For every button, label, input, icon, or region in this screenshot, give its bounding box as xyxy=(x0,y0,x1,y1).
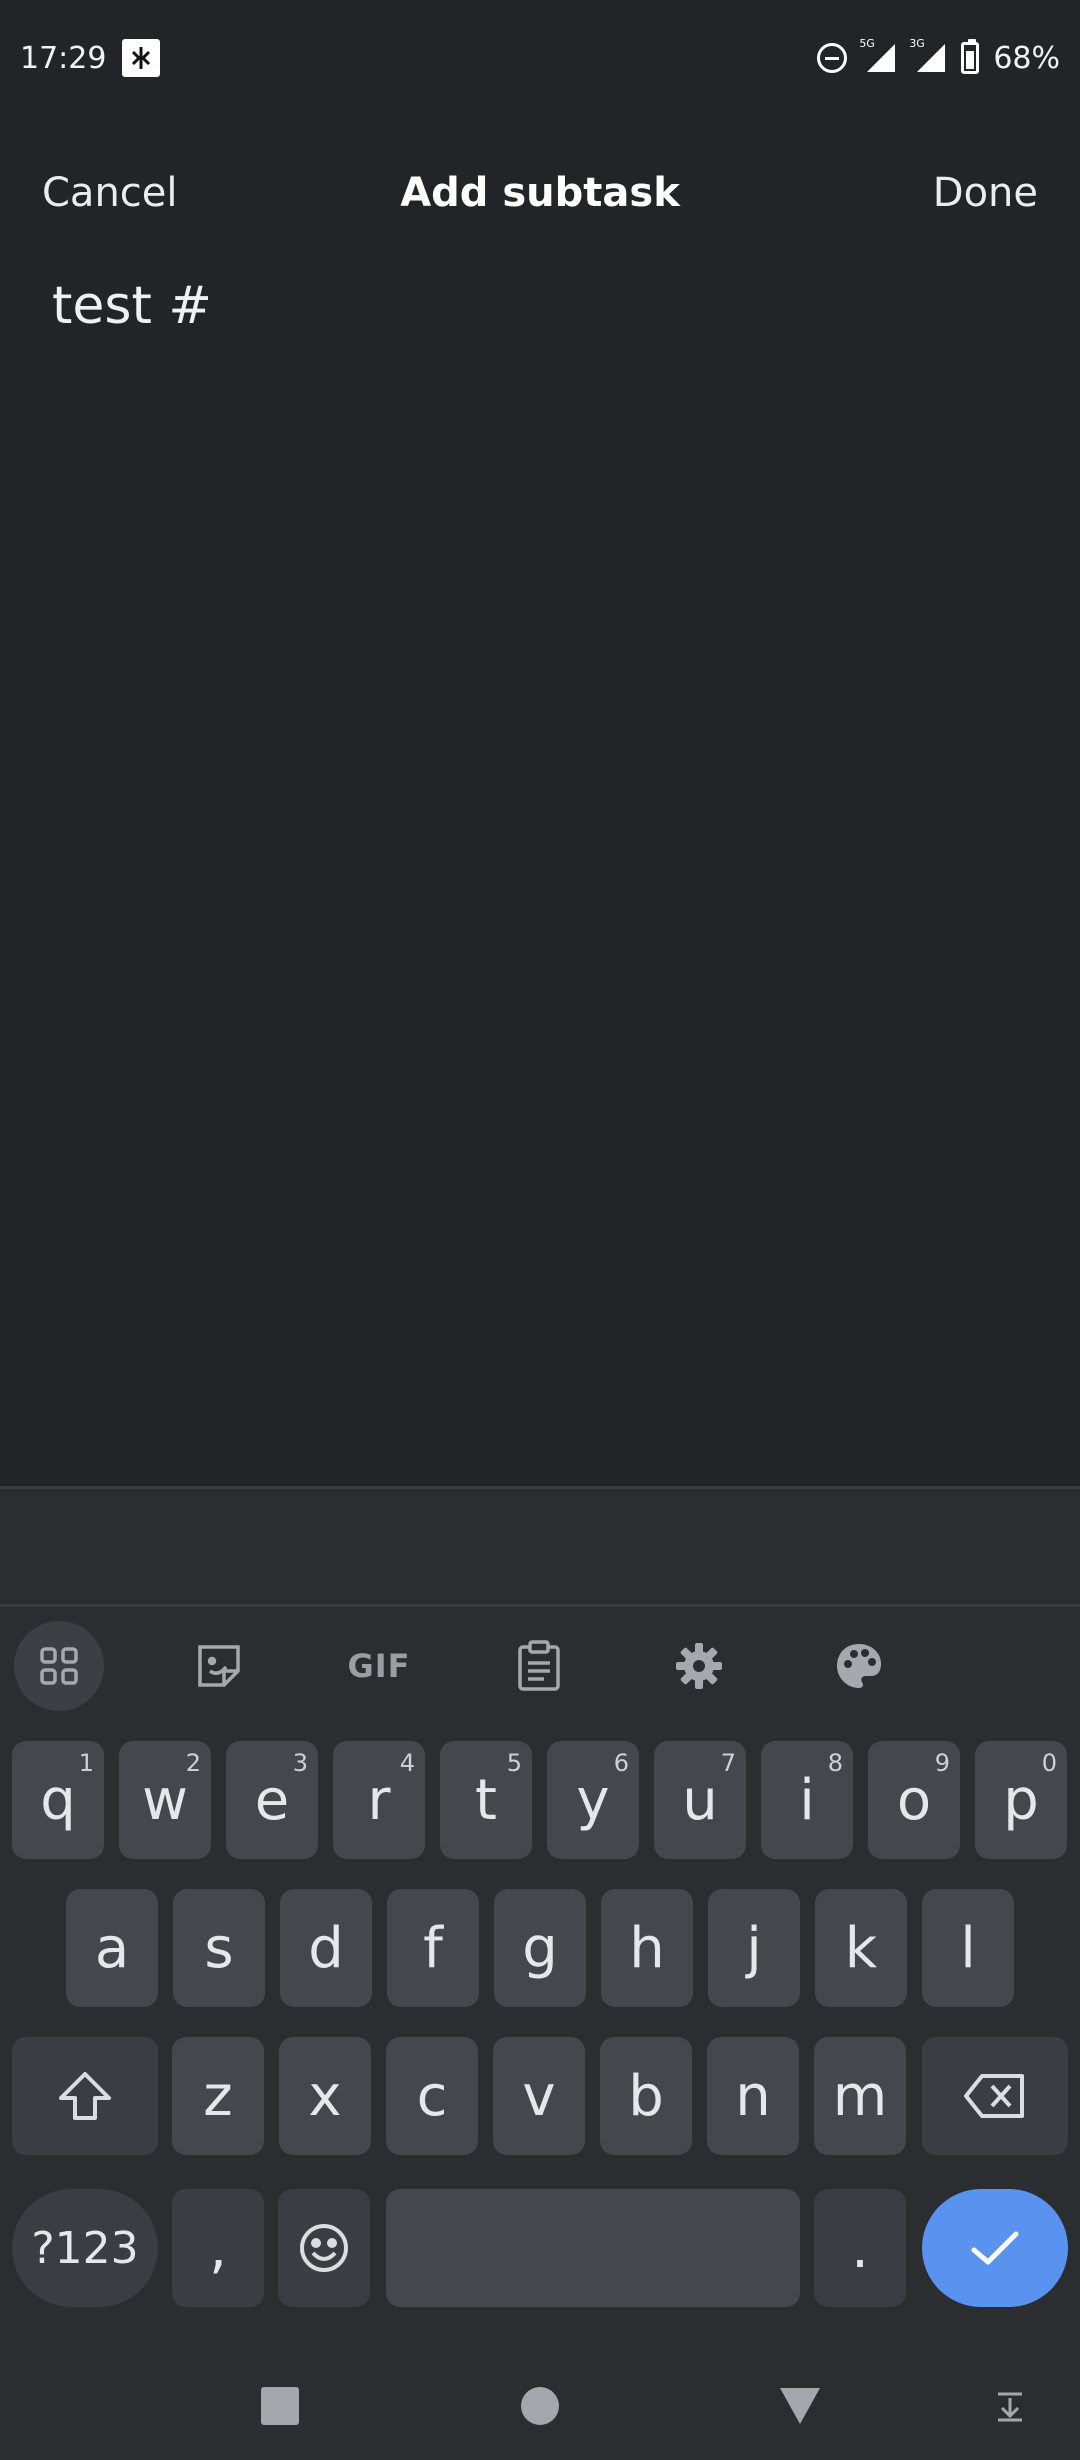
recents-icon[interactable] xyxy=(250,2376,310,2436)
hide-keyboard-icon[interactable] xyxy=(980,2376,1040,2436)
signal-5g-icon: 5G xyxy=(859,38,897,74)
top-app-bar: Cancel Add subtask Done xyxy=(0,116,1080,256)
key-hint: 2 xyxy=(185,1749,201,1777)
key-hint: 5 xyxy=(506,1749,522,1777)
apps-grid-icon[interactable] xyxy=(14,1621,104,1711)
status-left: 17:29 xyxy=(20,39,161,77)
key-v[interactable]: v xyxy=(493,2037,585,2155)
key-s[interactable]: s xyxy=(173,1889,265,2007)
battery-icon xyxy=(961,39,980,74)
key-y[interactable]: y6 xyxy=(547,1741,639,1859)
suggestion-strip xyxy=(0,1489,1080,1607)
signal-3g-icon: 3G xyxy=(909,38,947,74)
clipboard-icon[interactable] xyxy=(494,1621,584,1711)
symbols-key[interactable]: ?123 xyxy=(12,2189,158,2307)
key-t[interactable]: t5 xyxy=(440,1741,532,1859)
gear-icon[interactable] xyxy=(654,1621,744,1711)
key-hint: 0 xyxy=(1041,1749,1057,1777)
key-b[interactable]: b xyxy=(600,2037,692,2155)
key-hint: 6 xyxy=(613,1749,629,1777)
key-n[interactable]: n xyxy=(707,2037,799,2155)
key-hint: 9 xyxy=(934,1749,950,1777)
key-l[interactable]: l xyxy=(922,1889,1014,2007)
home-icon[interactable] xyxy=(510,2376,570,2436)
period-key[interactable]: . xyxy=(814,2189,906,2307)
key-e[interactable]: e3 xyxy=(226,1741,318,1859)
keyboard: GIF q 1 w 2 e 3 r 4 t 5 y 6 u 7 i 8 o 9 … xyxy=(0,1486,1080,2460)
key-a[interactable]: a xyxy=(66,1889,158,2007)
battery-percentage: 68% xyxy=(993,40,1060,76)
key-h[interactable]: h xyxy=(601,1889,693,2007)
comma-key[interactable]: , xyxy=(172,2189,264,2307)
key-r[interactable]: r4 xyxy=(333,1741,425,1859)
key-g[interactable]: g xyxy=(494,1889,586,2007)
backspace-key[interactable] xyxy=(922,2037,1068,2155)
key-i[interactable]: i8 xyxy=(761,1741,853,1859)
key-c[interactable]: c xyxy=(386,2037,478,2155)
status-time: 17:29 xyxy=(20,40,107,76)
key-d[interactable]: d xyxy=(280,1889,372,2007)
key-hint: 3 xyxy=(292,1749,308,1777)
key-hint: 8 xyxy=(827,1749,843,1777)
key-hint: 4 xyxy=(399,1749,415,1777)
key-w[interactable]: w2 xyxy=(119,1741,211,1859)
palette-icon[interactable] xyxy=(814,1621,904,1711)
key-o[interactable]: o9 xyxy=(868,1741,960,1859)
key-k[interactable]: k xyxy=(815,1889,907,2007)
key-q[interactable]: q1 xyxy=(12,1741,104,1859)
app-notification-icon xyxy=(122,39,161,77)
key-hint: 7 xyxy=(720,1749,736,1777)
sticker-icon[interactable] xyxy=(174,1621,264,1711)
page-title: Add subtask xyxy=(400,170,680,216)
key-u[interactable]: u7 xyxy=(654,1741,746,1859)
enter-key[interactable] xyxy=(922,2189,1068,2307)
status-bar: 17:29 5G 3G 68% xyxy=(0,0,1080,116)
key-p[interactable]: p0 xyxy=(975,1741,1067,1859)
key-m[interactable]: m xyxy=(814,2037,906,2155)
done-button[interactable]: Done xyxy=(931,160,1040,226)
key-j[interactable]: j xyxy=(708,1889,800,2007)
status-right: 5G 3G 68% xyxy=(817,38,1060,76)
subtask-text-input[interactable]: test # xyxy=(52,276,1028,476)
shift-key[interactable] xyxy=(12,2037,158,2155)
key-hint: 1 xyxy=(78,1749,94,1777)
navigation-bar xyxy=(0,2340,1080,2460)
gif-button[interactable]: GIF xyxy=(334,1621,424,1711)
space-key[interactable] xyxy=(386,2189,800,2307)
key-z[interactable]: z xyxy=(172,2037,264,2155)
emoji-key[interactable] xyxy=(278,2189,370,2307)
keyboard-toolbar: GIF xyxy=(0,1611,1080,1723)
key-x[interactable]: x xyxy=(279,2037,371,2155)
back-icon[interactable] xyxy=(770,2376,830,2436)
do-not-disturb-icon xyxy=(817,43,848,73)
key-f[interactable]: f xyxy=(387,1889,479,2007)
